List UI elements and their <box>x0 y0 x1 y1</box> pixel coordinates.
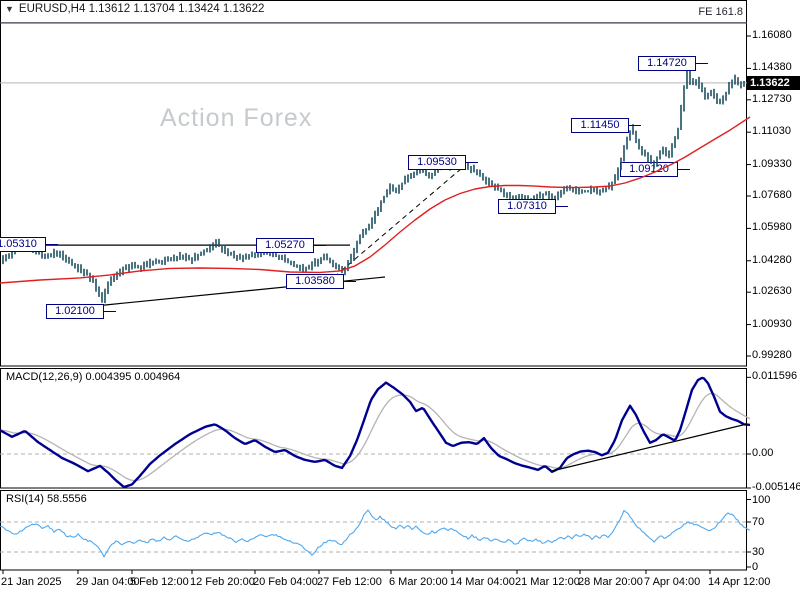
price-annotation[interactable]: 1.14720 <box>638 55 708 71</box>
date-label: 27 Feb 12:00 <box>317 576 382 588</box>
chart-canvas[interactable] <box>0 0 800 600</box>
macd-indicator-label: MACD(12,26,9) 0.004395 0.004964 <box>6 371 181 383</box>
current-price-badge: 1.13622 <box>747 76 800 90</box>
annotation-connector <box>555 206 568 208</box>
date-label: 7 Apr 04:00 <box>644 576 701 588</box>
price-annotation[interactable]: 1.02100 <box>46 304 116 320</box>
date-label: 14 Mar 04:00 <box>450 576 515 588</box>
annotation-connector <box>465 161 478 163</box>
price-annotation[interactable]: 1.03580 <box>286 274 356 290</box>
price-axis-label: 1.04280 <box>752 253 792 266</box>
date-label: 12 Feb 20:00 <box>190 576 255 588</box>
price-axis-label: 1.14380 <box>752 61 792 74</box>
annotation-connector <box>695 62 708 64</box>
annotation-connector <box>628 125 641 127</box>
date-label: 21 Jan 2025 <box>1 576 62 588</box>
rsi-axis-label: 0 <box>752 561 759 573</box>
annotation-connector <box>45 244 58 246</box>
annotation-connector <box>313 244 326 246</box>
rsi-axis-label: 70 <box>752 516 765 528</box>
macd-axis-label: 0.011596 <box>752 370 798 383</box>
price-axis-label: 1.00930 <box>752 317 792 330</box>
macd-axis-label: 0.00 <box>752 447 774 459</box>
annotation-connector <box>103 311 116 313</box>
dropdown-icon: ▼ <box>5 4 14 14</box>
price-axis-label: 1.07680 <box>752 189 792 201</box>
chart-window: ▼ EURUSD,H4 1.13612 1.13704 1.13424 1.136… <box>0 0 800 600</box>
price-axis-label: 1.05980 <box>752 221 792 234</box>
date-label: 5 Feb 12:00 <box>130 576 189 588</box>
price-annotation[interactable]: 1.11450 <box>571 118 641 134</box>
price-axis-label: 1.09330 <box>752 157 792 170</box>
date-label: 14 Apr 12:00 <box>708 576 771 588</box>
rsi-axis-label: 30 <box>752 546 765 558</box>
annotation-connector <box>343 281 356 283</box>
price-annotation[interactable]: 1.05310 <box>0 237 58 253</box>
price-axis-label: 1.02630 <box>752 285 792 298</box>
price-axis-label: 1.16080 <box>752 29 792 41</box>
price-axis-label: 0.99280 <box>752 349 792 361</box>
price-annotation[interactable]: 1.09530 <box>408 154 478 170</box>
price-axis-label: 1.11030 <box>752 125 791 138</box>
date-label: 28 Mar 20:00 <box>578 576 643 588</box>
date-label: 6 Mar 20:00 <box>389 576 448 588</box>
rsi-axis-label: 100 <box>752 493 771 506</box>
symbol-title: ▼ EURUSD,H4 1.13612 1.13704 1.13424 1.136… <box>5 3 264 15</box>
date-label: 21 Mar 12:00 <box>515 576 580 588</box>
fibonacci-extension-label: FE 161.8 <box>698 6 743 18</box>
macd-axis-label: -0.005146 <box>752 481 800 493</box>
date-label: 20 Feb 04:00 <box>253 576 318 588</box>
symbol-title-text: EURUSD,H4 1.13612 1.13704 1.13424 1.1362… <box>18 3 265 15</box>
rsi-indicator-label: RSI(14) 58.5556 <box>6 493 87 505</box>
price-axis-label: 1.12730 <box>752 92 792 105</box>
price-annotation[interactable]: 1.05270 <box>256 237 326 253</box>
price-annotation[interactable]: 1.07310 <box>498 199 568 215</box>
